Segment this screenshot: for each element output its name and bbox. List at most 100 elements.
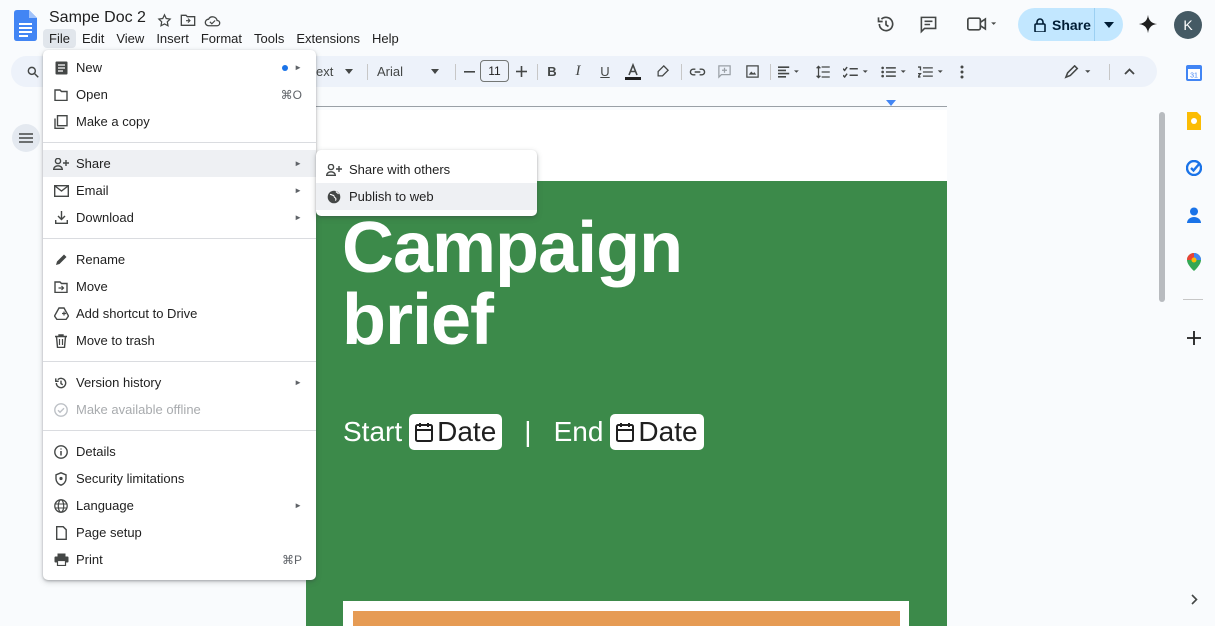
increase-font-size-icon[interactable]	[514, 56, 528, 87]
menu-edit[interactable]: Edit	[76, 29, 110, 48]
globe-icon	[326, 189, 342, 205]
menu-format[interactable]: Format	[195, 29, 248, 48]
line-spacing-icon[interactable]	[813, 56, 833, 87]
document-outline-button[interactable]	[12, 124, 40, 152]
content-card-header	[353, 611, 900, 626]
vertical-scrollbar[interactable]	[1159, 112, 1165, 302]
submenu-arrow-icon: ►	[294, 186, 302, 195]
start-label: Start	[343, 416, 403, 447]
menu-item-make-a-copy[interactable]: Make a copy	[43, 108, 316, 135]
menu-extensions[interactable]: Extensions	[290, 29, 366, 48]
menu-item-label: Email	[76, 183, 109, 198]
menu-item-label: Move	[76, 279, 108, 294]
ruler	[306, 106, 947, 107]
menu-item-label: Language	[76, 498, 134, 513]
start-date-chip[interactable]: Date	[409, 414, 503, 450]
insert-link-icon[interactable]	[687, 56, 707, 87]
menu-item-rename[interactable]: Rename	[43, 246, 316, 273]
calendar-icon	[415, 423, 434, 442]
calendar-app-icon[interactable]: 31	[1185, 64, 1203, 82]
insert-image-icon[interactable]	[742, 56, 762, 87]
calendar-icon	[616, 423, 635, 442]
more-options-icon[interactable]	[956, 56, 968, 87]
menu-item-label: Move to trash	[76, 333, 155, 348]
star-icon[interactable]	[155, 11, 173, 29]
toolbar-divider	[681, 64, 682, 80]
gemini-sparkle-icon[interactable]	[1131, 8, 1165, 40]
bulleted-list-select[interactable]	[878, 56, 912, 87]
menu-item-email[interactable]: Email ►	[43, 177, 316, 204]
shield-icon	[53, 471, 69, 487]
numbered-list-select[interactable]	[915, 56, 949, 87]
menu-insert[interactable]: Insert	[150, 29, 195, 48]
ruler-indent-marker[interactable]	[886, 100, 896, 106]
decrease-font-size-icon[interactable]	[462, 56, 476, 87]
version-history-icon[interactable]	[869, 8, 903, 40]
date-row: Start Date | End Date	[343, 414, 704, 450]
menu-divider	[43, 361, 316, 362]
font-size-input[interactable]: 11	[480, 60, 509, 82]
menu-item-label: Open	[76, 87, 108, 102]
menu-item-details[interactable]: Details	[43, 438, 316, 465]
docs-logo-icon[interactable]	[14, 10, 37, 41]
align-select[interactable]	[775, 56, 805, 87]
keep-app-icon[interactable]	[1185, 112, 1203, 130]
meet-video-icon[interactable]	[960, 8, 1004, 40]
menu-view[interactable]: View	[110, 29, 150, 48]
menu-item-page-setup[interactable]: Page setup	[43, 519, 316, 546]
underline-icon[interactable]: U	[597, 56, 613, 87]
avatar[interactable]: K	[1174, 11, 1202, 39]
campaign-title[interactable]: Campaign brief	[342, 212, 683, 356]
app-header: Sampe Doc 2 File Edit View Insert Format…	[0, 0, 1215, 50]
document-title[interactable]: Sampe Doc 2	[49, 9, 146, 27]
expand-side-panel-icon[interactable]	[1185, 590, 1203, 608]
comments-icon[interactable]	[911, 8, 945, 40]
menu-tools[interactable]: Tools	[248, 29, 290, 48]
menu-item-add-shortcut-to-drive[interactable]: Add shortcut to Drive	[43, 300, 316, 327]
maps-app-icon[interactable]	[1185, 253, 1203, 271]
end-date-chip[interactable]: Date	[610, 414, 704, 450]
chevron-down-icon	[345, 69, 354, 74]
add-comment-icon[interactable]	[714, 56, 734, 87]
menu-item-new[interactable]: New ►	[43, 54, 316, 81]
menu-help[interactable]: Help	[366, 29, 405, 48]
menu-item-open[interactable]: Open ⌘O	[43, 81, 316, 108]
menu-file[interactable]: File	[43, 29, 76, 48]
menu-item-version-history[interactable]: Version history ►	[43, 369, 316, 396]
text-color-icon[interactable]	[623, 56, 643, 87]
cloud-saved-icon[interactable]	[203, 11, 221, 29]
folder-icon	[53, 87, 69, 103]
submenu-item-share-with-others[interactable]: Share with others	[316, 156, 537, 183]
tasks-app-icon[interactable]	[1185, 159, 1203, 177]
menu-item-share[interactable]: Share ►	[43, 150, 316, 177]
share-dropdown-button[interactable]	[1095, 8, 1123, 41]
font-select[interactable]: Arial	[377, 56, 445, 87]
share-button[interactable]: Share	[1018, 8, 1123, 41]
menu-item-make-available-offline: Make available offline	[43, 396, 316, 423]
menu-item-language[interactable]: Language ►	[43, 492, 316, 519]
italic-icon[interactable]: I	[570, 56, 586, 87]
info-icon	[53, 444, 69, 460]
menu-item-move-to-trash[interactable]: Move to trash	[43, 327, 316, 354]
editing-mode-select[interactable]	[1061, 56, 1097, 87]
move-folder-icon[interactable]	[179, 11, 197, 29]
offline-icon	[53, 402, 69, 418]
paragraph-style-select[interactable]: ext	[316, 56, 361, 87]
toolbar-divider	[367, 64, 368, 80]
checklist-select[interactable]	[840, 56, 874, 87]
menu-item-label: Security limitations	[76, 471, 185, 486]
menu-item-security-limitations[interactable]: Security limitations	[43, 465, 316, 492]
collapse-toolbar-icon[interactable]	[1121, 56, 1137, 87]
submenu-item-publish-to-web[interactable]: Publish to web	[316, 183, 537, 210]
search-menus-icon[interactable]	[23, 56, 43, 87]
bold-icon[interactable]: B	[544, 56, 560, 87]
menu-item-download[interactable]: Download ►	[43, 204, 316, 231]
end-date-text: Date	[638, 416, 698, 447]
svg-text:31: 31	[1190, 73, 1198, 80]
add-addon-icon[interactable]	[1185, 329, 1203, 347]
menu-item-print[interactable]: Print ⌘P	[43, 546, 316, 573]
contacts-app-icon[interactable]	[1185, 206, 1203, 224]
highlight-color-icon[interactable]	[652, 56, 672, 87]
drive-shortcut-icon	[53, 306, 69, 322]
menu-item-move[interactable]: Move	[43, 273, 316, 300]
